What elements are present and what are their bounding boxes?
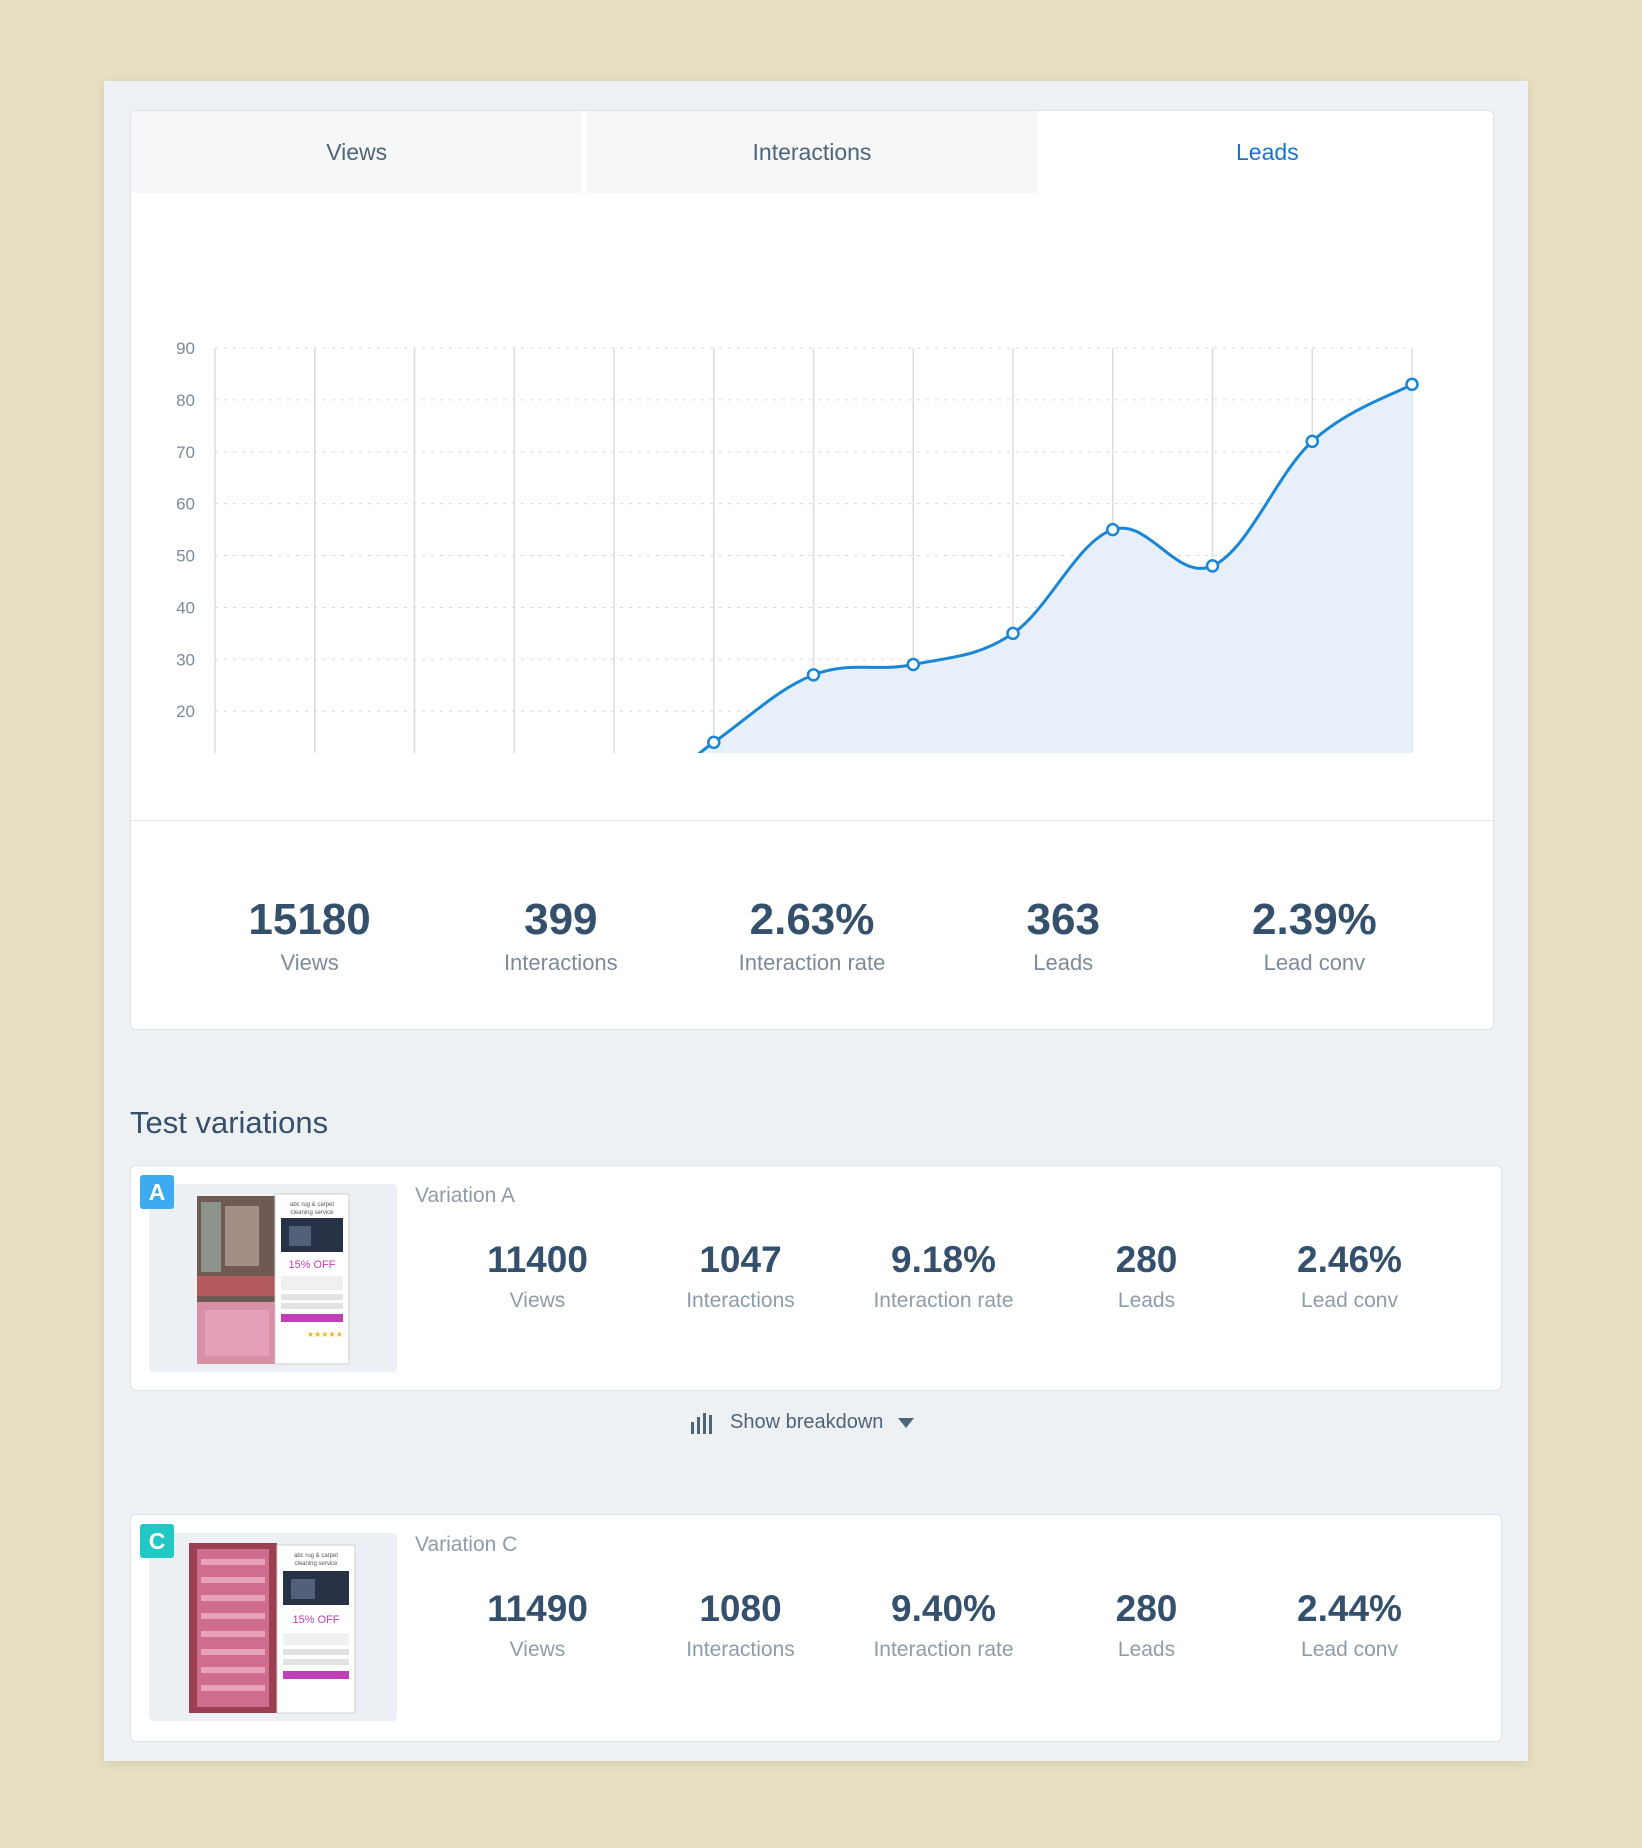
bar-chart-icon (691, 1412, 712, 1434)
ad-preview-image: abc rug & carpet cleaning service 15% OF… (189, 1543, 356, 1714)
stat-label: Leads (1117, 1288, 1176, 1312)
stat-value: 9.40% (891, 1588, 996, 1629)
stat-value: 1080 (699, 1588, 782, 1629)
divider (131, 820, 1493, 821)
stat-value: 280 (1115, 1239, 1178, 1280)
stat-value: 2.63% (749, 895, 875, 944)
stat-label: Interactions (686, 1288, 795, 1312)
stat-value: 399 (524, 895, 598, 944)
stat-label: Interactions (686, 1637, 795, 1661)
y-tick-label: 20 (176, 702, 195, 721)
stat-value: 363 (1026, 895, 1100, 944)
y-tick-label: 70 (176, 443, 195, 462)
stat-value: 1047 (699, 1239, 782, 1280)
stat-label: Views (509, 1288, 566, 1312)
caret-down-icon (898, 1417, 915, 1428)
data-point (1405, 377, 1419, 392)
report-panel: Views Interactions Leads 010203040506070… (104, 81, 1528, 1761)
data-point (1305, 434, 1319, 449)
section-title: Test variations (130, 1105, 329, 1140)
stat-label: Interaction rate (873, 1637, 1014, 1661)
stat-label: Interaction rate (873, 1288, 1014, 1312)
stat-views: 11400 Views (436, 1239, 639, 1313)
stat-label: Views (509, 1637, 566, 1661)
stat-label: Lead conv (1301, 1637, 1398, 1661)
y-tick-label: 30 (176, 650, 195, 669)
summary-interaction-rate: 2.63% Interaction rate (686, 895, 937, 976)
stat-label: Lead conv (1301, 1288, 1398, 1312)
stat-value: 2.44% (1297, 1588, 1402, 1629)
stat-value: 2.46% (1297, 1239, 1402, 1280)
variation-card-c[interactable]: C abc rug & carpet cleaning service 15% … (130, 1514, 1502, 1742)
data-point (806, 668, 821, 682)
summary-leads: 363 Leads (938, 895, 1189, 976)
data-point (906, 657, 920, 672)
stat-interaction-rate: 9.40% Interaction rate (842, 1588, 1045, 1662)
stat-label: Leads (1033, 950, 1094, 976)
y-tick-label: 60 (176, 495, 195, 514)
stat-value: 280 (1115, 1588, 1178, 1629)
variation-stats: 11490 Views 1080 Interactions 9.40% Inte… (436, 1588, 1451, 1662)
svg-text:cleaning service: cleaning service (294, 1561, 338, 1567)
svg-text:★★★★★: ★★★★★ (307, 1330, 343, 1339)
variation-badge: C (140, 1524, 174, 1558)
stat-lead-conv: 2.44% Lead conv (1248, 1588, 1451, 1662)
tab-views[interactable]: Views (131, 111, 583, 193)
ad-preview-image: abc rug & carpet cleaning service 15% OF… (197, 1193, 350, 1365)
stat-value: 2.39% (1252, 895, 1377, 944)
data-point (1006, 626, 1020, 641)
stat-value: 11490 (487, 1588, 588, 1629)
stat-interaction-rate: 9.18% Interaction rate (842, 1239, 1045, 1313)
stat-lead-conv: 2.46% Lead conv (1248, 1239, 1451, 1313)
stat-label: Lead conv (1263, 950, 1366, 976)
tab-leads[interactable]: Leads (1037, 111, 1493, 193)
y-tick-label: 40 (176, 598, 195, 617)
summary-interactions: 399 Interactions (435, 895, 686, 976)
stat-value: 9.18% (891, 1239, 996, 1280)
ad-headline: abc rug & carpet (290, 1202, 334, 1208)
stat-value: 11400 (487, 1239, 588, 1280)
ad-offer: 15% OFF (292, 1614, 339, 1626)
stat-label: Interaction rate (738, 950, 886, 976)
data-point (707, 735, 721, 750)
variation-card-a[interactable]: A abc rug & carpet cleaning service 15% … (130, 1165, 1502, 1391)
chart-card: Views Interactions Leads 010203040506070… (130, 110, 1494, 1030)
data-point (1205, 559, 1220, 573)
show-breakdown-button[interactable]: Show breakdown (690, 1411, 915, 1434)
stat-label: Views (280, 950, 339, 976)
data-point (1106, 522, 1120, 537)
ad-headline: abc rug & carpet (294, 1553, 338, 1559)
stat-leads: 280 Leads (1045, 1588, 1248, 1662)
leads-line-chart: 0102030405060708090Dec 2023Jan 2024Feb 2… (176, 339, 1419, 753)
variation-name: Variation C (415, 1533, 518, 1556)
stat-views: 11490 Views (436, 1588, 639, 1662)
y-tick-label: 50 (176, 547, 195, 566)
tab-interactions[interactable]: Interactions (582, 111, 1038, 193)
stat-leads: 280 Leads (1045, 1239, 1248, 1313)
y-tick-label: 80 (176, 391, 195, 410)
stat-label: Leads (1117, 1637, 1176, 1661)
y-tick-label: 90 (176, 339, 195, 358)
svg-text:cleaning service: cleaning service (290, 1210, 334, 1216)
variation-thumbnail[interactable]: abc rug & carpet cleaning service 15% OF… (149, 1184, 397, 1372)
variation-badge: A (140, 1175, 174, 1209)
variation-name: Variation A (415, 1184, 516, 1207)
stat-interactions: 1047 Interactions (639, 1239, 842, 1313)
summary-views: 15180 Views (184, 895, 435, 976)
variation-stats: 11400 Views 1047 Interactions 9.18% Inte… (436, 1239, 1451, 1313)
breakdown-label: Show breakdown (730, 1411, 884, 1433)
stat-label: Interactions (503, 950, 618, 976)
stat-interactions: 1080 Interactions (639, 1588, 842, 1662)
summary-lead-conv: 2.39% Lead conv (1189, 895, 1440, 976)
ad-offer: 15% OFF (288, 1259, 335, 1271)
variation-thumbnail[interactable]: abc rug & carpet cleaning service 15% OF… (149, 1533, 397, 1721)
summary-stats: 15180 Views 399 Interactions 2.63% Inter… (131, 895, 1493, 976)
metric-tabs: Views Interactions Leads (131, 111, 1493, 193)
stat-value: 15180 (248, 895, 371, 944)
